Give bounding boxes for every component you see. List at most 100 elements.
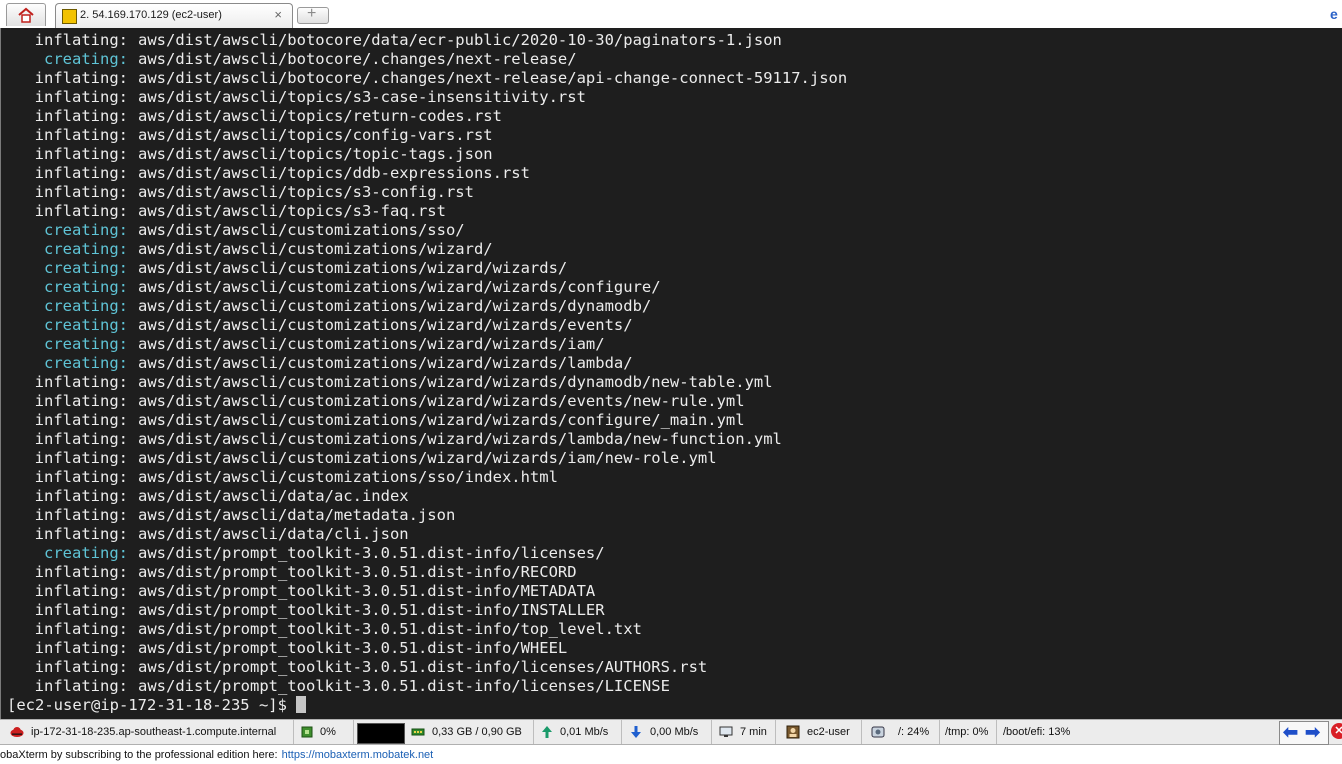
terminal-line-path: aws/dist/prompt_toolkit-3.0.51.dist-info… xyxy=(138,620,642,638)
terminal-line-action: inflating: xyxy=(34,449,128,467)
terminal-line-action: inflating: xyxy=(34,373,128,391)
terminal-line: inflating: aws/dist/awscli/customizations… xyxy=(7,430,847,449)
terminal-line-path: aws/dist/prompt_toolkit-3.0.51.dist-info… xyxy=(138,601,605,619)
upload-text: 0,01 Mb/s xyxy=(560,726,609,738)
home-tab-button[interactable] xyxy=(6,3,46,26)
status-disk-tmp: /tmp: 0% xyxy=(940,720,997,744)
status-disk-root: /: 24% xyxy=(862,720,940,744)
terminal-line-path: aws/dist/prompt_toolkit-3.0.51.dist-info… xyxy=(138,639,568,657)
download-icon xyxy=(631,726,641,738)
tab-close-icon[interactable]: × xyxy=(274,7,282,22)
terminal-line-path: aws/dist/prompt_toolkit-3.0.51.dist-info… xyxy=(138,544,605,562)
terminal-line-action: inflating: xyxy=(34,145,128,163)
tab-session[interactable]: 2. 54.169.170.129 (ec2-user) × xyxy=(55,3,293,28)
disk-tmp-text: /tmp: 0% xyxy=(945,726,989,738)
terminal-line-action: inflating: xyxy=(34,525,128,543)
terminal-line: inflating: aws/dist/awscli/topics/config-… xyxy=(7,126,847,145)
monitor-icon xyxy=(719,726,733,737)
terminal-line-action: inflating: xyxy=(34,411,128,429)
terminal-line-path: aws/dist/awscli/topics/s3-faq.rst xyxy=(138,202,446,220)
back-arrow-icon[interactable]: ⬅ xyxy=(1283,722,1298,742)
status-upload: 0,01 Mb/s xyxy=(534,720,622,744)
new-tab-button[interactable]: + xyxy=(297,5,329,24)
terminal-line: inflating: aws/dist/awscli/customizations… xyxy=(7,468,847,487)
terminal-line: creating: aws/dist/awscli/customizations/… xyxy=(7,240,847,259)
close-icon[interactable]: ✕ xyxy=(1331,723,1342,739)
terminal-line-action: creating: xyxy=(44,259,128,277)
cpu-graph xyxy=(357,723,405,744)
terminal-line-action: inflating: xyxy=(34,639,128,657)
terminal-line: inflating: aws/dist/prompt_toolkit-3.0.51… xyxy=(7,620,847,639)
terminal-line: creating: aws/dist/awscli/botocore/.chang… xyxy=(7,50,847,69)
terminal-line-action: inflating: xyxy=(34,88,128,106)
disk-root-text: /: 24% xyxy=(898,726,930,738)
terminal-line-path: aws/dist/prompt_toolkit-3.0.51.dist-info… xyxy=(138,563,577,581)
tab-title: 2. 54.169.170.129 (ec2-user) xyxy=(80,9,222,21)
upload-icon xyxy=(542,726,552,738)
terminal-line-action: creating: xyxy=(44,278,128,296)
forward-arrow-icon[interactable]: ➡ xyxy=(1305,722,1320,742)
memory-icon xyxy=(411,728,425,736)
terminal-line: creating: aws/dist/prompt_toolkit-3.0.51.… xyxy=(7,544,847,563)
disk-icon xyxy=(871,726,885,738)
terminal-line: inflating: aws/dist/awscli/customizations… xyxy=(7,411,847,430)
terminal-line-action: inflating: xyxy=(34,468,128,486)
terminal-pane[interactable]: inflating: aws/dist/awscli/botocore/data/… xyxy=(0,28,1342,719)
terminal-line-action: inflating: xyxy=(34,392,128,410)
terminal-line: inflating: aws/dist/awscli/topics/return-… xyxy=(7,107,847,126)
terminal-line-path: aws/dist/awscli/customizations/wizard/wi… xyxy=(138,297,652,315)
terminal-line-action: inflating: xyxy=(34,69,128,87)
terminal-line: inflating: aws/dist/awscli/customizations… xyxy=(7,373,847,392)
terminal-line: creating: aws/dist/awscli/customizations/… xyxy=(7,259,847,278)
app-logo-icon: e xyxy=(1330,6,1338,22)
terminal-line: inflating: aws/dist/awscli/botocore/data/… xyxy=(7,31,847,50)
terminal-line-action: inflating: xyxy=(34,164,128,182)
terminal-line-path: aws/dist/awscli/data/ac.index xyxy=(138,487,409,505)
terminal-line: inflating: aws/dist/awscli/topics/topic-t… xyxy=(7,145,847,164)
terminal-line-action: inflating: xyxy=(34,183,128,201)
status-bar: ip-172-31-18-235.ap-southeast-1.compute.… xyxy=(0,719,1342,745)
terminal-line-action: inflating: xyxy=(34,126,128,144)
terminal-line-action: inflating: xyxy=(34,202,128,220)
terminal-session-icon xyxy=(62,9,77,24)
terminal-line: inflating: aws/dist/awscli/data/metadata.… xyxy=(7,506,847,525)
terminal-line-action: creating: xyxy=(44,544,128,562)
session-nav: ⬅ ➡ xyxy=(1279,721,1329,745)
terminal-line: inflating: aws/dist/awscli/customizations… xyxy=(7,392,847,411)
terminal-line-path: aws/dist/awscli/customizations/wizard/wi… xyxy=(138,354,633,372)
terminal-line: inflating: aws/dist/prompt_toolkit-3.0.51… xyxy=(7,563,847,582)
terminal-line: inflating: aws/dist/prompt_toolkit-3.0.51… xyxy=(7,582,847,601)
terminal-line: inflating: aws/dist/awscli/data/cli.json xyxy=(7,525,847,544)
terminal-line-path: aws/dist/awscli/topics/s3-config.rst xyxy=(138,183,474,201)
terminal-line: inflating: aws/dist/awscli/topics/s3-case… xyxy=(7,88,847,107)
terminal-line: inflating: aws/dist/prompt_toolkit-3.0.51… xyxy=(7,639,847,658)
terminal-line-action: inflating: xyxy=(34,31,128,49)
terminal-output: inflating: aws/dist/awscli/botocore/data/… xyxy=(7,31,847,715)
terminal-prompt-line[interactable]: [ec2-user@ip-172-31-18-235 ~]$ xyxy=(7,696,847,715)
terminal-line-path: aws/dist/awscli/botocore/.changes/next-r… xyxy=(138,69,848,87)
terminal-line-action: inflating: xyxy=(34,506,128,524)
terminal-line-action: creating: xyxy=(44,240,128,258)
terminal-line-action: inflating: xyxy=(34,601,128,619)
terminal-line-path: aws/dist/awscli/customizations/wizard/wi… xyxy=(138,316,633,334)
footer-message: obaXterm by subscribing to the professio… xyxy=(0,749,278,761)
terminal-line-path: aws/dist/awscli/topics/topic-tags.json xyxy=(138,145,493,163)
terminal-line-path: aws/dist/awscli/customizations/sso/ xyxy=(138,221,465,239)
terminal-line-action: creating: xyxy=(44,221,128,239)
terminal-line-action: inflating: xyxy=(34,620,128,638)
cpu-text: 0% xyxy=(320,726,336,738)
footer-link[interactable]: https://mobaxterm.mobatek.net xyxy=(282,749,434,761)
terminal-line-action: inflating: xyxy=(34,677,128,695)
hostname-text: ip-172-31-18-235.ap-southeast-1.compute.… xyxy=(31,726,277,738)
terminal-line-path: aws/dist/prompt_toolkit-3.0.51.dist-info… xyxy=(138,582,596,600)
terminal-line: inflating: aws/dist/awscli/topics/s3-conf… xyxy=(7,183,847,202)
status-download: 0,00 Mb/s xyxy=(622,720,712,744)
terminal-line: inflating: aws/dist/awscli/botocore/.chan… xyxy=(7,69,848,88)
terminal-line-path: aws/dist/awscli/customizations/wizard/wi… xyxy=(138,430,782,448)
terminal-line: inflating: aws/dist/prompt_toolkit-3.0.51… xyxy=(7,677,847,696)
download-text: 0,00 Mb/s xyxy=(650,726,699,738)
terminal-line: inflating: aws/dist/prompt_toolkit-3.0.51… xyxy=(7,658,847,677)
terminal-line-path: aws/dist/awscli/topics/s3-case-insensiti… xyxy=(138,88,586,106)
terminal-line-path: aws/dist/awscli/customizations/sso/index… xyxy=(138,468,558,486)
terminal-line-path: aws/dist/awscli/customizations/wizard/ xyxy=(138,240,493,258)
